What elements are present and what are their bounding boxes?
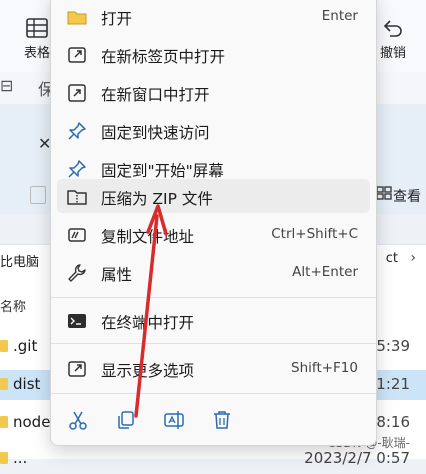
folder-icon [0,340,8,352]
table-icon [26,18,48,38]
tab-ghost-icon: ⊟ [0,76,14,95]
menu-item-open-new-window[interactable]: 在新窗口中打开 [57,75,370,109]
open-in-new-tab-icon [68,47,86,63]
menu-item-label: 打开 [101,10,133,28]
pin-icon [68,122,86,140]
delete-icon[interactable] [211,409,233,431]
rename-icon[interactable] [163,409,185,431]
undo-label: 撤销 [379,46,406,61]
folder-icon [0,452,8,464]
file-modified: 5:39 [376,337,410,355]
menu-item-open-new-tab[interactable]: 在新标签页中打开 [57,37,370,71]
cut-icon[interactable] [67,409,89,431]
menu-item-label: 压缩为 ZIP 文件 [101,190,213,208]
menu-item-label: 属性 [101,266,133,284]
undo-icon [383,20,402,37]
file-name: ... [13,449,28,467]
menu-separator [51,297,376,298]
menu-separator [51,343,376,344]
file-modified: 8:16 [376,413,410,431]
breadcrumb-this-pc[interactable]: 比电脑 [0,251,39,270]
open-in-new-window-icon [68,84,86,102]
menu-item-label: 显示更多选项 [101,362,195,380]
menu-item-label: 在新标签页中打开 [101,48,226,66]
menu-item-label: 固定到快速访问 [101,124,210,142]
menu-item-label: 在终端中打开 [101,314,195,332]
zip-folder-icon [67,190,87,205]
menu-item-shortcut: Alt+Enter [292,264,358,280]
chevron-right-icon: › [410,250,416,266]
menu-separator [51,393,376,394]
terminal-icon [68,314,86,328]
menu-item-label: 复制文件地址 [101,228,195,246]
folder-open-icon [67,11,87,25]
pin-icon [68,160,86,178]
table-view-label: 表格 [23,46,50,61]
menu-item-label: 在新窗口中打开 [101,86,210,104]
menu-item-open[interactable]: 打开 Enter [57,0,370,33]
menu-item-shortcut: Ctrl+Shift+C [271,226,358,242]
breadcrumb-current[interactable]: ct [386,251,398,266]
file-name: .git [13,337,38,355]
menu-item-open-terminal[interactable]: 在终端中打开 [57,303,370,337]
menu-item-pin-quick-access[interactable]: 固定到快速访问 [57,113,370,147]
copy-icon[interactable] [115,409,137,431]
menu-item-properties[interactable]: 属性 Alt+Enter [57,255,370,289]
column-header-name[interactable]: 名称 [0,296,26,315]
view-button[interactable]: 查看 [393,186,421,206]
menu-item-shortcut: Enter [321,8,358,24]
copy-path-icon [68,228,86,242]
menu-item-label: 固定到"开始"屏幕 [101,162,224,180]
file-modified: 2023/2/7 0:57 [304,449,410,467]
menu-item-more-options[interactable]: 显示更多选项 Shift+F10 [57,351,370,385]
context-menu: 打开 Enter 在新标签页中打开 在新窗口中打开 固定到快速访问 固定到"开始… [50,0,377,446]
menu-item-shortcut: Shift+F10 [291,360,358,376]
menu-item-copy-path[interactable]: 复制文件地址 Ctrl+Shift+C [57,217,370,251]
more-options-icon [68,361,86,377]
menu-item-compress-zip[interactable]: 压缩为 ZIP 文件 [57,179,370,213]
copy-ghost-icon [30,186,46,204]
wrench-icon [68,264,86,282]
folder-icon [0,416,8,428]
folder-icon [0,378,8,390]
file-name: dist [13,375,41,393]
view-icon[interactable] [376,186,392,200]
